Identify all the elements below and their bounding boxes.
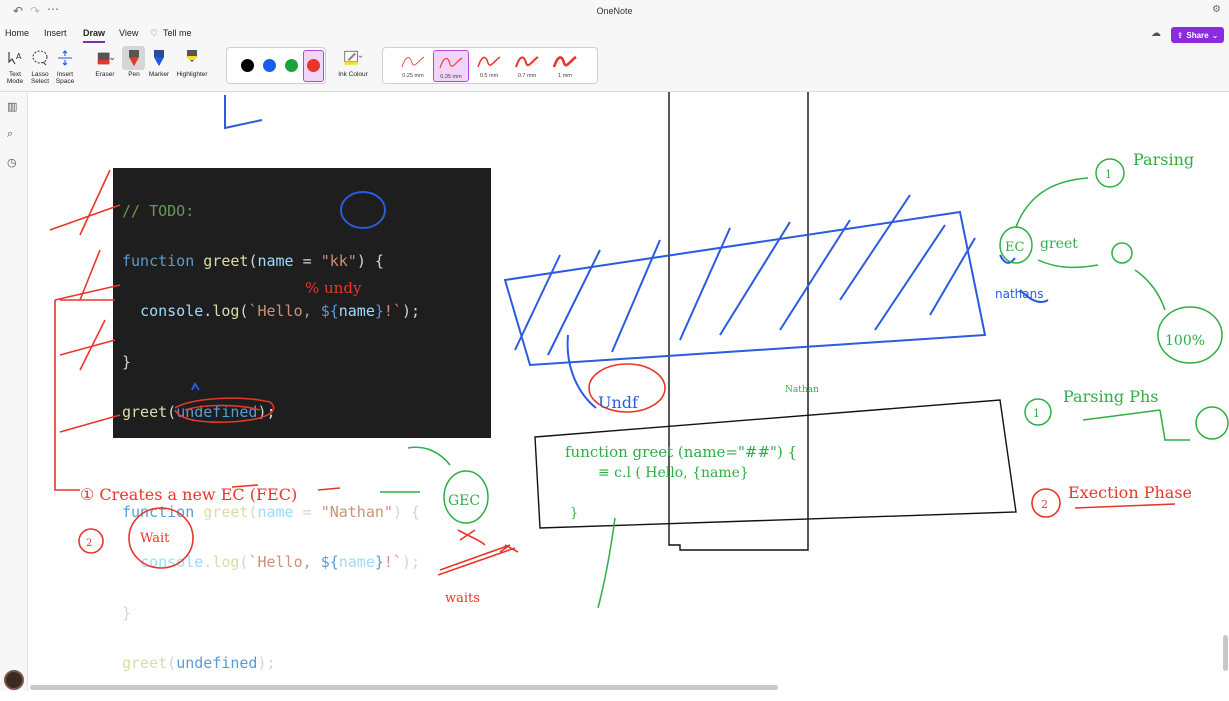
cloud-icon[interactable]: ☁	[1151, 28, 1161, 39]
thickness-035-label: 0.35 mm	[440, 74, 462, 80]
share-icon: ⇪	[1176, 30, 1184, 40]
lasso-label: Lasso Select	[30, 71, 50, 85]
thickness-1[interactable]: 1 mm	[547, 50, 583, 82]
menu-home[interactable]: Home	[5, 28, 29, 38]
notebooks-icon[interactable]: ▥	[7, 100, 17, 113]
code-line-3: console.log(`Hello, ${name}!`);	[140, 302, 421, 321]
code-line-1: // TODO:	[122, 202, 195, 220]
code-line-2: function greet(name = "kk") {	[122, 252, 384, 271]
share-button[interactable]: ⇪ Share ⌄	[1171, 27, 1224, 43]
recent-icon[interactable]: ◷	[7, 156, 17, 169]
code-line-8: console.log(`Hello, ${name}!`);	[140, 553, 421, 572]
color-red[interactable]	[307, 59, 320, 72]
thickness-035[interactable]: 0.35 mm	[433, 50, 469, 82]
lasso-select-button[interactable]: Lasso Select	[29, 48, 51, 85]
menu-tell-me[interactable]: Tell me	[163, 28, 192, 38]
text-mode-button[interactable]: A Text Mode	[5, 48, 25, 85]
code-line-10: greet(undefined);	[122, 653, 276, 672]
share-label: Share	[1186, 30, 1209, 40]
thickness-picker: 0.25 mm 0.35 mm 0.5 mm 0.7 mm 1 mm	[382, 47, 598, 84]
text-mode-icon: A	[6, 48, 24, 68]
thickness-07[interactable]: 0.7 mm	[509, 50, 545, 82]
eraser-icon	[96, 48, 114, 68]
marker-label: Marker	[148, 71, 170, 78]
insert-space-label: Insert Space	[55, 71, 75, 85]
highlighter-icon	[183, 48, 201, 68]
vertical-scrollbar[interactable]	[1223, 635, 1228, 671]
color-black[interactable]	[241, 59, 254, 72]
menu-draw[interactable]: Draw	[83, 28, 105, 38]
insert-space-button[interactable]: Insert Space	[54, 48, 76, 85]
code-line-7: function greet(name = "Nathan") {	[122, 503, 421, 522]
ink-colour-icon	[344, 48, 362, 68]
thickness-1-label: 1 mm	[558, 73, 572, 79]
lasso-icon	[31, 48, 49, 68]
chevron-down-icon: ⌄	[1211, 30, 1219, 40]
marker-icon	[150, 48, 168, 68]
lightbulb-icon: ♡	[150, 28, 159, 38]
code-snippet-image: // TODO: function greet(name = "kk") { c…	[113, 168, 491, 672]
pen-button[interactable]: Pen	[123, 48, 145, 78]
thickness-05[interactable]: 0.5 mm	[471, 50, 507, 82]
highlighter-label: Highlighter	[176, 71, 208, 78]
menu-insert[interactable]: Insert	[44, 28, 67, 38]
title-bar: ↶ ↷ ⋯ OneNote ⚙	[0, 0, 1229, 24]
color-palette	[226, 47, 326, 84]
settings-icon[interactable]: ⚙	[1212, 4, 1221, 15]
pen-icon	[125, 48, 143, 68]
ink-colour-button[interactable]: Ink Colour	[338, 48, 368, 78]
text-mode-label: Text Mode	[6, 71, 24, 85]
eraser-button[interactable]: Eraser	[92, 48, 118, 78]
color-green[interactable]	[285, 59, 298, 72]
code-line-5: greet(undefined);	[122, 402, 276, 421]
thickness-07-label: 0.7 mm	[517, 73, 537, 79]
pen-label: Pen	[128, 71, 140, 78]
active-tab-indicator	[83, 41, 105, 43]
app-title: OneNote	[596, 6, 633, 16]
marker-button[interactable]: Marker	[147, 48, 171, 78]
search-icon[interactable]: ⌕	[7, 128, 13, 141]
svg-text:A: A	[16, 52, 22, 61]
avatar[interactable]	[4, 670, 24, 690]
thickness-05-label: 0.5 mm	[479, 73, 499, 79]
insert-space-icon	[56, 48, 74, 68]
thickness-025-label: 0.25 mm	[402, 73, 424, 79]
left-navigation: ▥ ⌕ ◷	[0, 92, 28, 691]
code-line-9: }	[122, 603, 132, 622]
menu-view[interactable]: View	[119, 28, 138, 38]
color-blue[interactable]	[263, 59, 276, 72]
eraser-label: Eraser	[95, 71, 115, 78]
horizontal-scrollbar[interactable]	[30, 685, 778, 690]
code-line-4: }	[122, 352, 132, 371]
thickness-025[interactable]: 0.25 mm	[395, 50, 431, 82]
highlighter-button[interactable]: Highlighter	[173, 48, 211, 78]
ink-colour-label: Ink Colour	[338, 71, 368, 78]
menu-bar: Home Insert Draw View ♡ Tell me ☁	[0, 24, 1229, 44]
